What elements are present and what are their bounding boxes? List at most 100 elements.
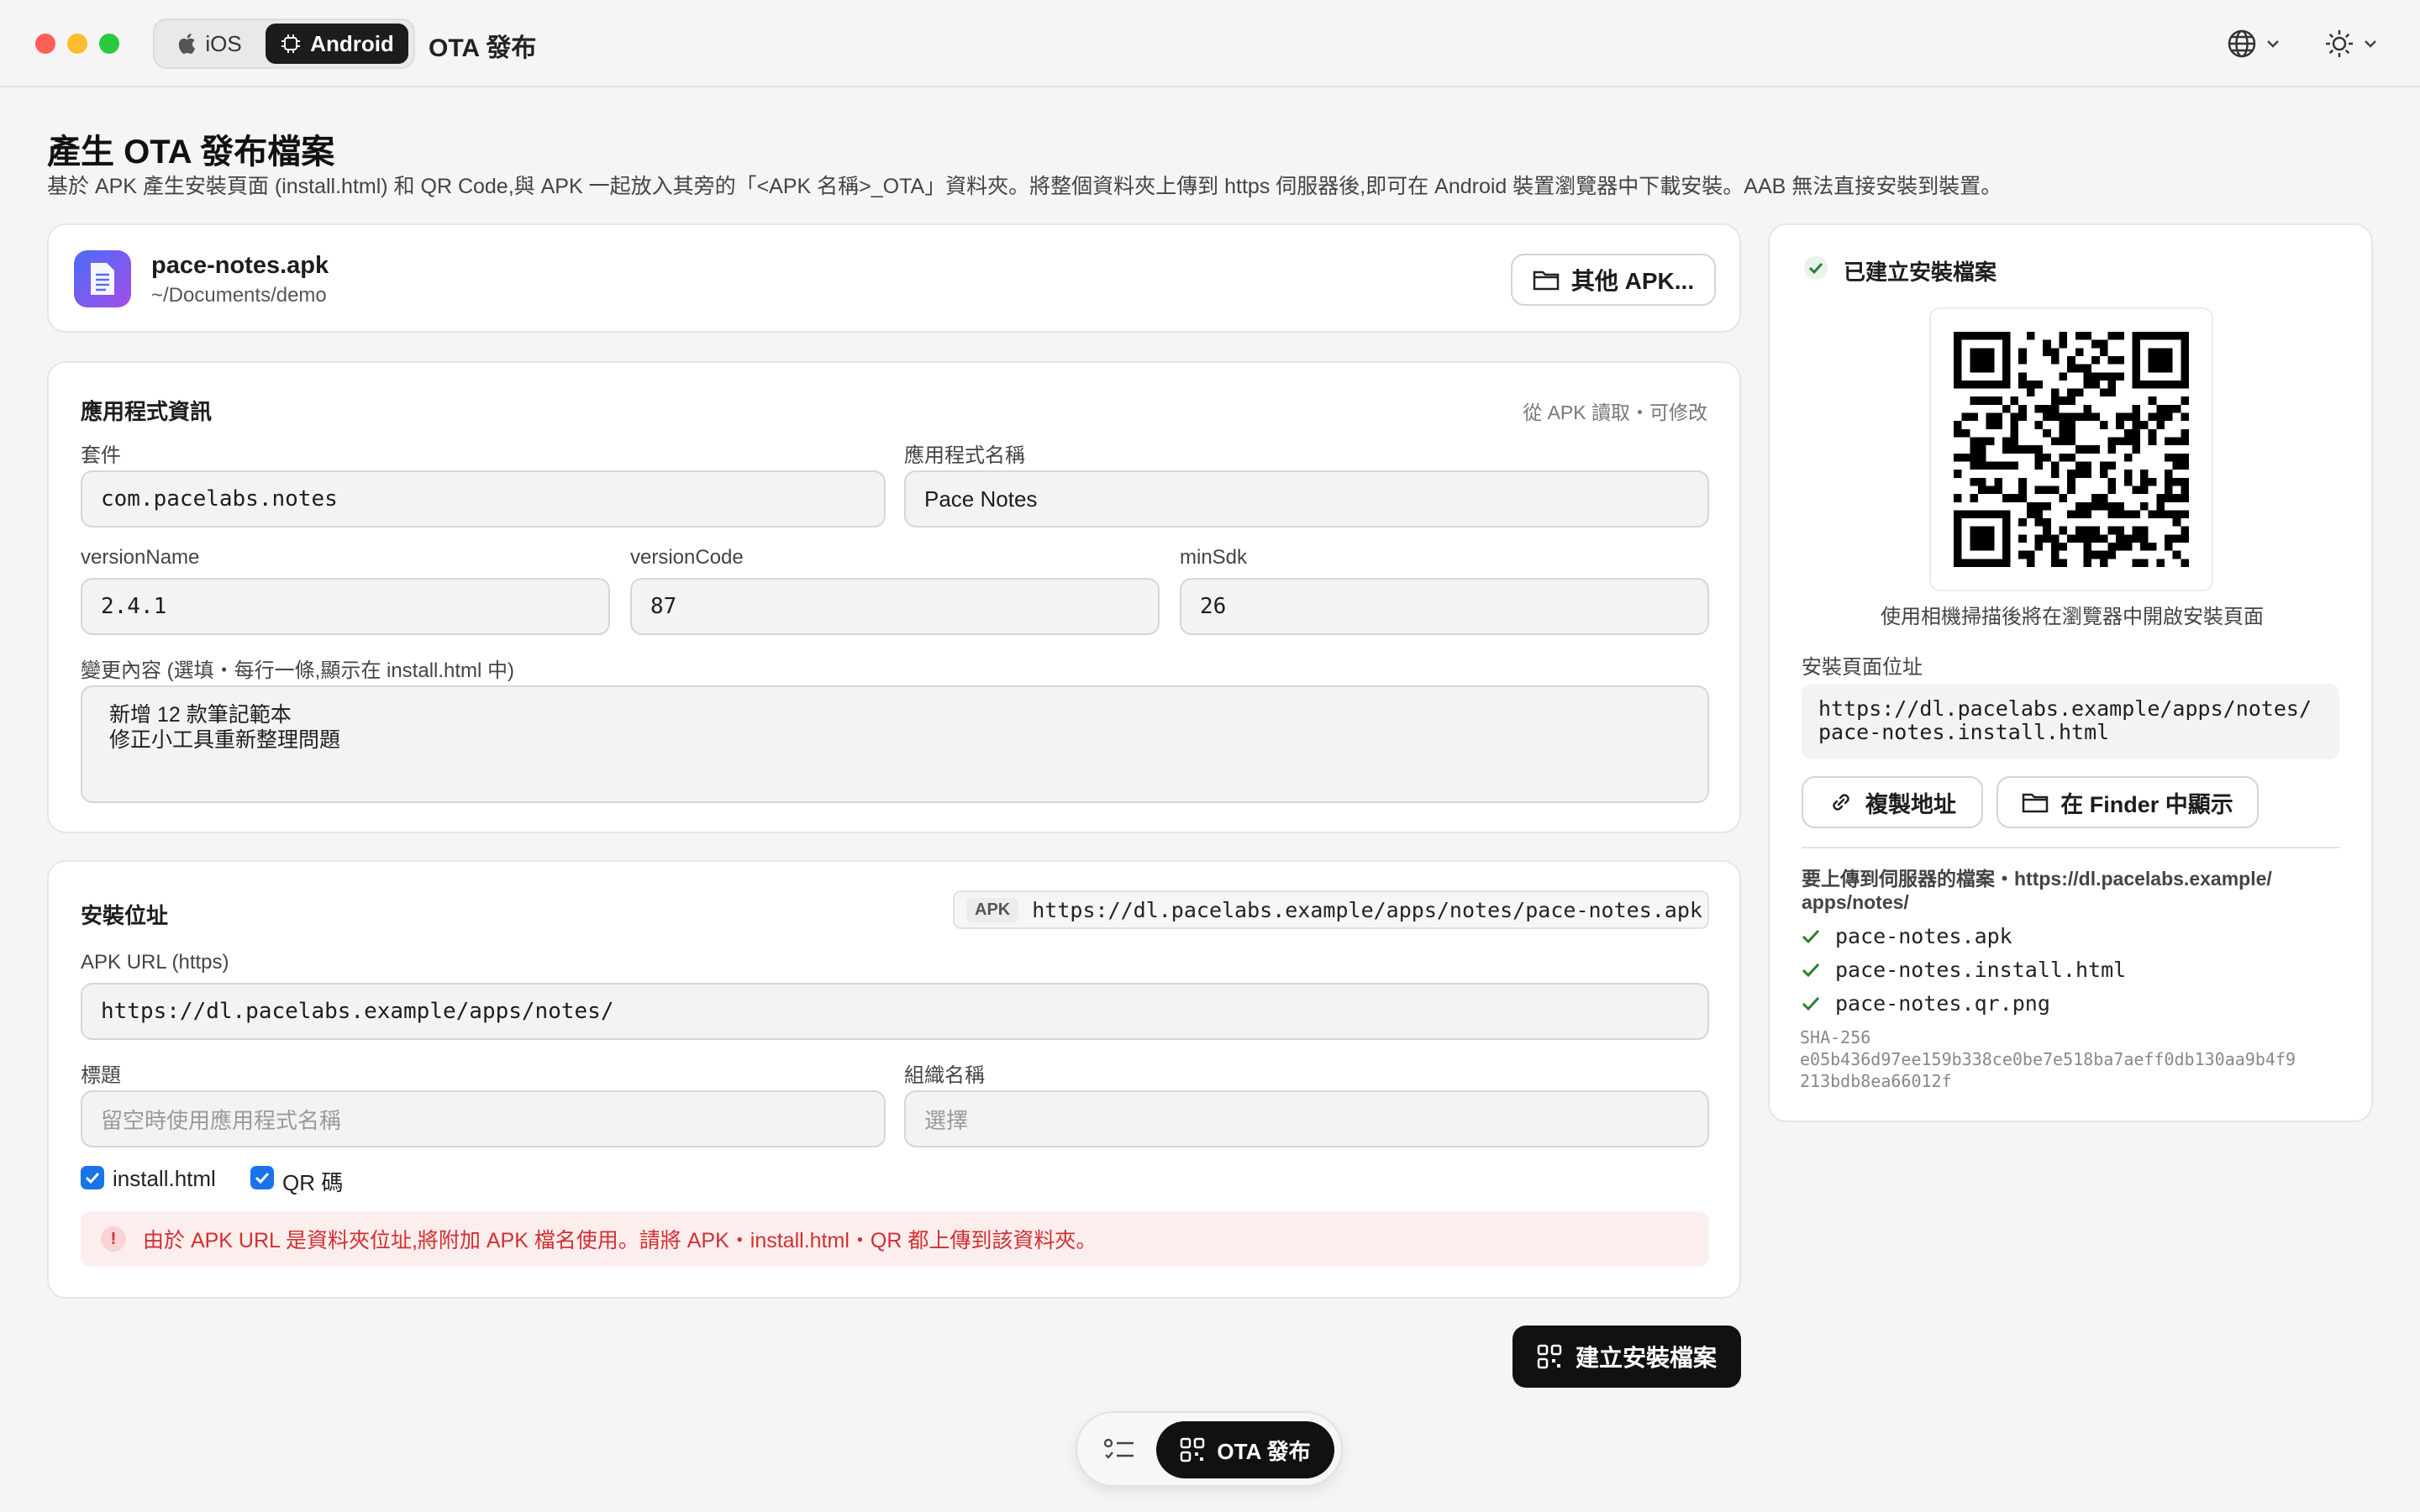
show-in-finder-button[interactable]: 在 Finder 中顯示 [1996,776,2259,828]
checklist-tab[interactable] [1101,1431,1138,1468]
chevron-down-icon [2267,40,2279,48]
divider [1802,847,2339,848]
checkmark-icon [1802,963,1820,977]
checklist-icon [1103,1438,1134,1459]
version-name-field[interactable]: 2.4.1 [81,578,610,635]
build-install-files-button[interactable]: 建立安裝檔案 [1512,1326,1741,1388]
upload-file-name: pace-notes.qr.png [1835,991,2050,1016]
app-info-card: 應用程式資訊 從 APK 讀取・可修改 套件 com.pacelabs.note… [47,361,1741,833]
title-bar: iOS Android OTA 發布 [0,0,2420,87]
install-html-checkbox[interactable] [81,1166,104,1189]
ota-release-tab[interactable]: OTA 發布 [1156,1421,1334,1478]
app-name-label: 應用程式名稱 [904,444,1025,467]
org-field[interactable]: 選擇 [904,1090,1709,1147]
theme-menu[interactable] [2324,25,2378,62]
qr-code-image [1954,332,2189,567]
install-page-url-line: https://dl.pacelabs.example/apps/notes/ [1818,696,2312,721]
close-window-button[interactable] [35,34,55,54]
qr-code-icon [1181,1437,1205,1462]
upload-file-name: pace-notes.apk [1835,924,2012,948]
page-title: 產生 OTA 發布檔案 [47,134,335,171]
result-card: 已建立安裝檔案 使用相機掃描後將在瀏覽器中開啟安裝頁面 安裝頁面位址 https… [1768,223,2373,1122]
sha256-value: 213bdb8ea66012f [1800,1071,1952,1091]
sha256-block: SHA-256 e05b436d97ee159b338ce0be7e518ba7… [1800,1026,2296,1092]
warning-text: 由於 APK URL 是資料夾位址,將附加 APK 檔名使用。請將 APK・in… [143,1229,1097,1252]
apk-file-name: pace-notes.apk [151,252,329,279]
install-html-option[interactable]: install.html [113,1166,216,1192]
minimize-window-button[interactable] [67,34,87,54]
chevron-down-icon [2365,40,2376,48]
apple-icon [179,34,196,55]
checkmark-icon [85,1172,100,1184]
install-page-url-label: 安裝頁面位址 [1802,656,1923,679]
apk-url-field[interactable]: https://dl.pacelabs.example/apps/notes/ [81,983,1709,1040]
folder-icon [2022,793,2049,813]
platform-switcher: iOS Android [153,18,415,69]
version-code-field[interactable]: 87 [630,578,1160,635]
changes-textarea[interactable]: 新增 12 款筆記範本 修正小工具重新整理問題 [81,685,1709,803]
folder-url-warning: ! 由於 APK URL 是資料夾位址,將附加 APK 檔名使用。請將 APK・… [81,1211,1709,1267]
platform-ios-label: iOS [205,30,242,56]
sha256-value: e05b436d97ee159b338ce0be7e518ba7aeff0db1… [1800,1049,2296,1069]
upload-files-label: 要上傳到伺服器的檔案・https://dl.pacelabs.example/ … [1802,868,2272,913]
page-description: 基於 APK 產生安裝頁面 (install.html) 和 QR Code,與… [47,175,2002,198]
language-menu[interactable] [2227,25,2281,62]
upload-file-item: pace-notes.install.html [1802,958,2126,982]
apk-file-icon [74,250,131,307]
title-label: 標題 [81,1064,121,1087]
qr-code-frame [1929,307,2213,591]
version-code-label: versionCode [630,546,744,569]
upload-file-name: pace-notes.install.html [1835,958,2127,982]
copy-address-button[interactable]: 複製地址 [1802,776,1983,828]
apk-file-path: ~/Documents/demo [151,284,327,307]
platform-ios-tab[interactable]: iOS [160,24,260,64]
package-field[interactable]: com.pacelabs.notes [81,470,886,528]
app-title: OTA 發布 [429,34,537,62]
bottom-nav: OTA 發布 [1076,1411,1343,1487]
install-page-url-box: https://dl.pacelabs.example/apps/notes/ … [1802,684,2339,759]
app-name-field[interactable]: Pace Notes [904,470,1709,528]
qr-caption: 使用相機掃描後將在瀏覽器中開啟安裝頁面 [1881,606,2264,628]
apk-badge: APK [966,897,1019,922]
checkmark-icon [255,1172,270,1184]
platform-android-label: Android [310,30,394,56]
install-location-title: 安裝位址 [81,903,169,928]
package-label: 套件 [81,444,121,467]
link-icon [1833,794,1849,811]
app-info-title: 應用程式資訊 [81,399,213,424]
ota-release-label: OTA 發布 [1217,1438,1311,1464]
other-apk-label: 其他 APK... [1570,268,1695,294]
resolved-url-chip: APK https://dl.pacelabs.example/apps/not… [953,890,1709,929]
platform-android-tab[interactable]: Android [266,24,408,64]
zoom-window-button[interactable] [99,34,119,54]
min-sdk-field[interactable]: 26 [1180,578,1709,635]
org-label: 組織名稱 [904,1064,985,1087]
changes-label: 變更內容 (選填・每行一條,顯示在 install.html 中) [81,659,515,682]
min-sdk-label: minSdk [1180,546,1248,569]
version-name-label: versionName [81,546,200,569]
resolved-url: https://dl.pacelabs.example/apps/notes/p… [1032,897,1702,922]
upload-file-item: pace-notes.apk [1802,924,2012,948]
sun-icon [2326,30,2353,57]
chip-icon [281,34,301,53]
globe-icon [2228,29,2256,58]
qr-option[interactable]: QR 碼 [282,1166,343,1197]
apk-file-card: pace-notes.apk ~/Documents/demo 其他 APK..… [47,223,1741,333]
install-page-url-line: pace-notes.install.html [1818,720,2110,744]
checkmark-icon [1802,929,1820,943]
warning-icon: ! [101,1226,126,1252]
show-in-finder-label: 在 Finder 中顯示 [2060,791,2233,817]
qr-checkbox[interactable] [250,1166,274,1189]
build-button-label: 建立安裝檔案 [1575,1345,1717,1371]
other-apk-button[interactable]: 其他 APK... [1511,254,1716,306]
result-title: 已建立安裝檔案 [1844,260,1997,285]
qr-code-icon [1537,1344,1562,1369]
apk-url-label: APK URL (https) [81,951,229,974]
changes-line: 新增 12 款筆記範本 [109,703,292,727]
checkmark-icon [1802,996,1820,1011]
app-info-hint: 從 APK 讀取・可修改 [1523,402,1707,423]
success-check-icon [1804,256,1828,280]
changes-line: 修正小工具重新整理問題 [109,728,341,752]
title-field[interactable]: 留空時使用應用程式名稱 [81,1090,886,1147]
sha256-label: SHA-256 [1800,1027,1871,1047]
